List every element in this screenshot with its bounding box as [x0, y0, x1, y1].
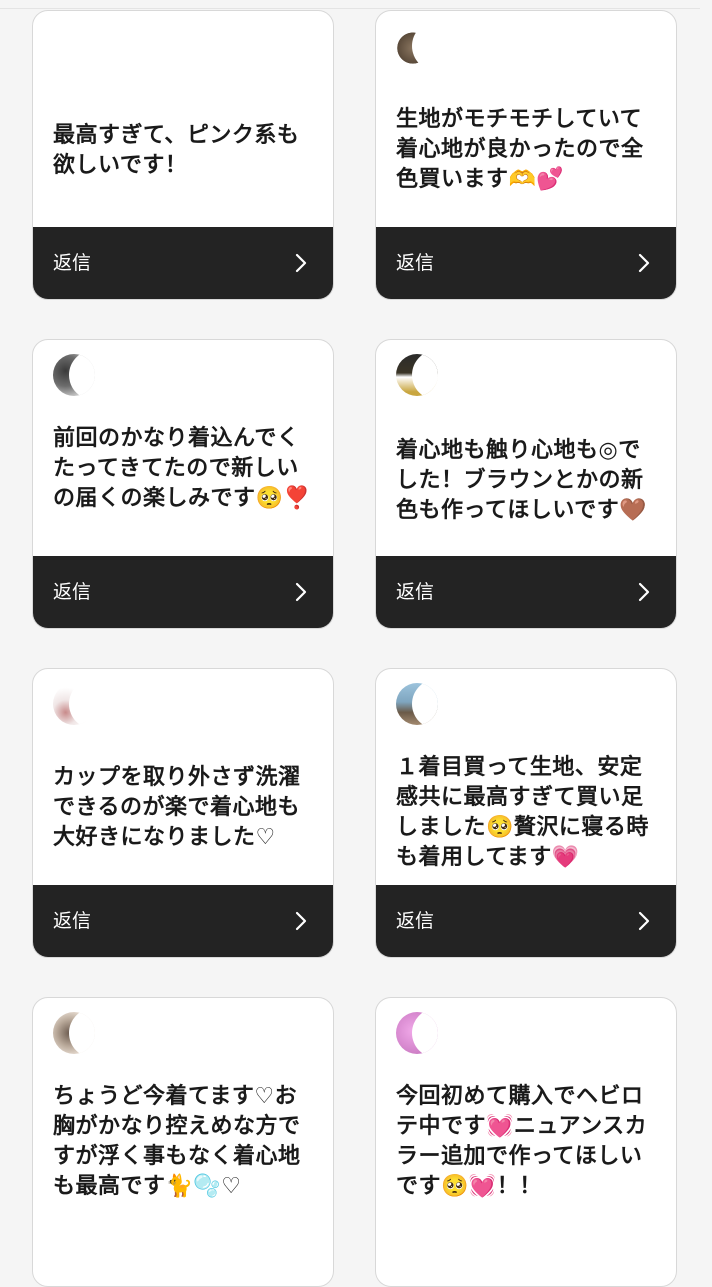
- user-avatar[interactable]: [396, 354, 438, 396]
- comment-card: 最高すぎて、ピンク系も欲しいです！ 返信: [32, 10, 334, 300]
- chevron-right-icon[interactable]: [291, 911, 311, 931]
- comment-card: 着心地も触り心地も◎でした！ブラウンとかの新色も作ってほしいです🤎 返信: [375, 339, 677, 629]
- comment-text: 最高すぎて、ピンク系も欲しいです！: [53, 123, 300, 178]
- chevron-right-icon[interactable]: [291, 253, 311, 273]
- reply-bar[interactable]: 返信: [376, 556, 676, 628]
- reply-label[interactable]: 返信: [396, 907, 434, 935]
- reply-label[interactable]: 返信: [396, 249, 434, 277]
- top-divider: [0, 8, 700, 9]
- reply-label[interactable]: 返信: [53, 249, 91, 277]
- comment-card: １着目買って生地、安定感共に最高すぎて買い足しました🥺贅沢に寝る時も着用してます…: [375, 668, 677, 958]
- reply-label[interactable]: 返信: [396, 578, 434, 606]
- chevron-right-icon[interactable]: [634, 582, 654, 602]
- chevron-right-icon[interactable]: [634, 911, 654, 931]
- reply-bar[interactable]: 返信: [376, 227, 676, 299]
- reply-label[interactable]: 返信: [53, 907, 91, 935]
- comment-card: カップを取り外さず洗濯できるのが楽で着心地も大好きになりました♡ 返信: [32, 668, 334, 958]
- comment-card: 今回初めて購入でヘビロテ中です💓ニュアンスカラー追加で作ってほしいです🥺💓！！: [375, 997, 677, 1287]
- reply-bar[interactable]: 返信: [33, 885, 333, 957]
- comment-text: 今回初めて購入でヘビロテ中です💓ニュアンスカラー追加で作ってほしいです🥺💓！！: [396, 1084, 648, 1199]
- user-avatar[interactable]: [396, 1012, 438, 1054]
- comment-text: 着心地も触り心地も◎でした！ブラウンとかの新色も作ってほしいです🤎: [396, 438, 648, 523]
- user-avatar[interactable]: [396, 25, 438, 67]
- comment-card: ちょうど今着てます♡お胸がかなり控えめな方ですが浮く事もなく着心地も最高です🐈🫧…: [32, 997, 334, 1287]
- comment-text: ちょうど今着てます♡お胸がかなり控えめな方ですが浮く事もなく着心地も最高です🐈🫧…: [53, 1084, 301, 1199]
- comment-text: カップを取り外さず洗濯できるのが楽で着心地も大好きになりました♡: [53, 765, 301, 850]
- user-avatar[interactable]: [53, 683, 95, 725]
- reply-bar[interactable]: 返信: [33, 227, 333, 299]
- reply-bar[interactable]: 返信: [33, 556, 333, 628]
- user-avatar[interactable]: [53, 354, 95, 396]
- comment-text: 生地がモチモチしていて着心地が良かったので全色買います🫶💕: [396, 107, 644, 192]
- chevron-right-icon[interactable]: [634, 253, 654, 273]
- chevron-right-icon[interactable]: [291, 582, 311, 602]
- reply-bar[interactable]: 返信: [376, 885, 676, 957]
- reply-label[interactable]: 返信: [53, 578, 91, 606]
- user-avatar[interactable]: [53, 1012, 95, 1054]
- comment-text: 前回のかなり着込んでくたってきてたので新しいの届くの楽しみです🥺❣️: [53, 426, 312, 511]
- comment-card: 生地がモチモチしていて着心地が良かったので全色買います🫶💕 返信: [375, 10, 677, 300]
- comment-card: 前回のかなり着込んでくたってきてたので新しいの届くの楽しみです🥺❣️ 返信: [32, 339, 334, 629]
- comment-text: １着目買って生地、安定感共に最高すぎて買い足しました🥺贅沢に寝る時も着用してます…: [396, 755, 649, 870]
- user-avatar[interactable]: [396, 683, 438, 725]
